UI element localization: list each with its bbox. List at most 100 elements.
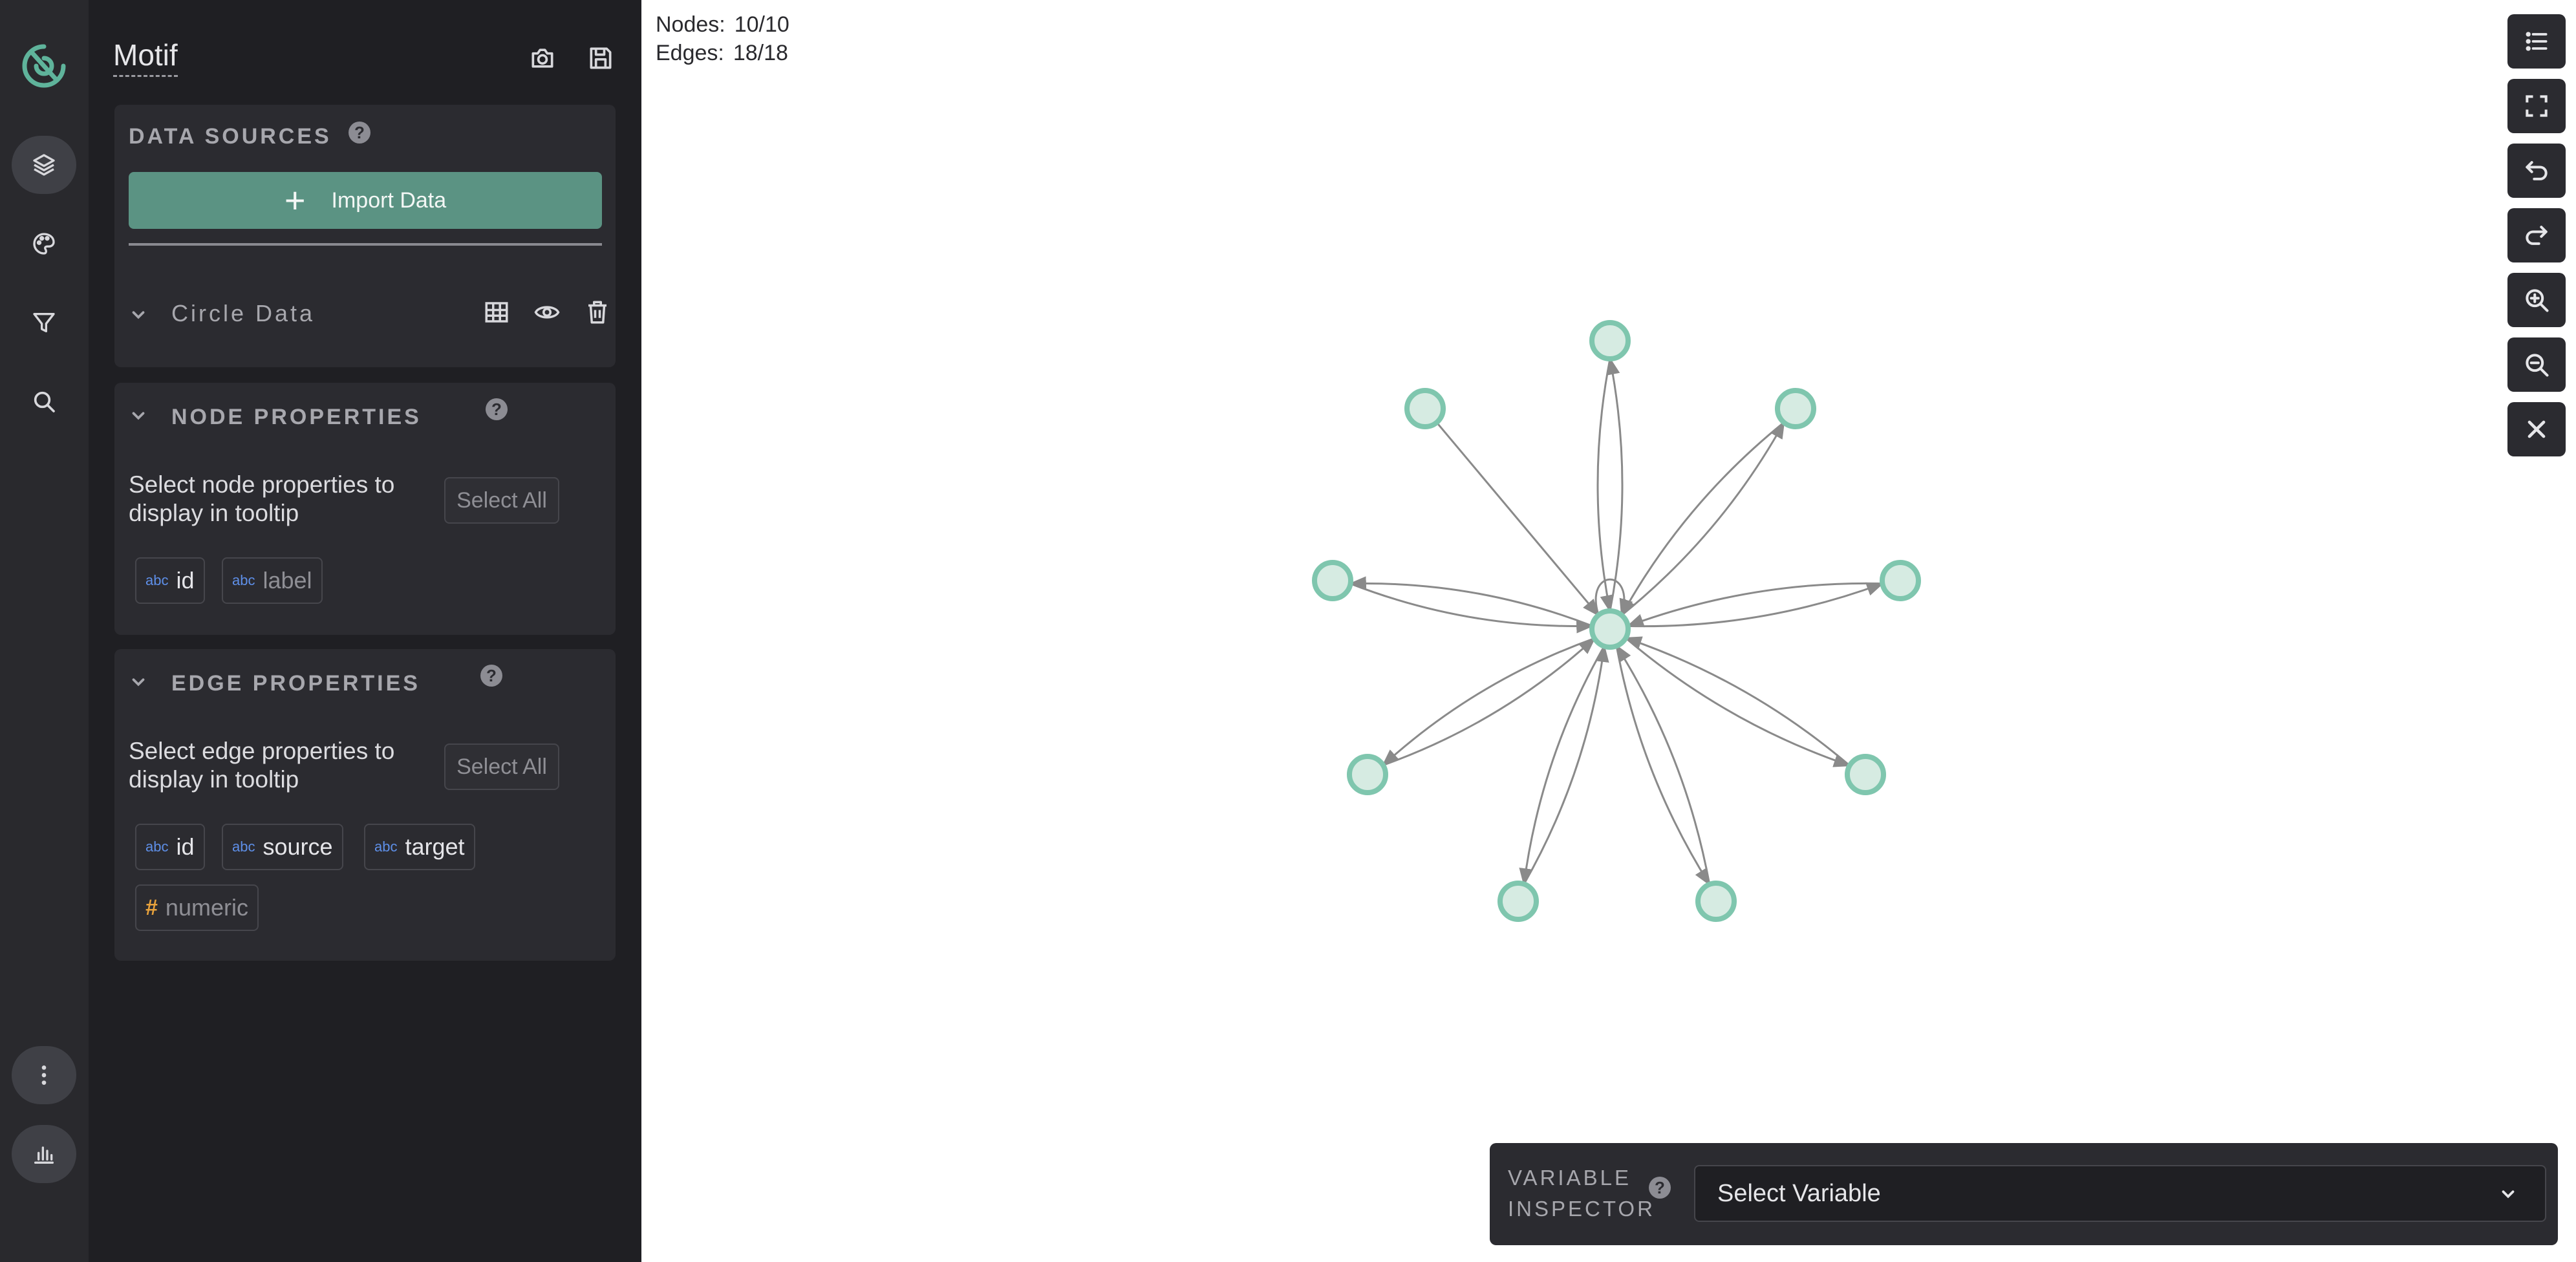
graph-node[interactable]: [1695, 881, 1737, 922]
graph-node[interactable]: [1312, 560, 1353, 601]
import-data-button[interactable]: + Import Data: [129, 172, 602, 229]
graph-edge[interactable]: [1621, 421, 1785, 616]
graph-node[interactable]: [1589, 608, 1631, 650]
eye-icon[interactable]: [533, 299, 561, 326]
undo-button[interactable]: [2507, 144, 2566, 198]
redo-button[interactable]: [2507, 208, 2566, 262]
chevron-down-icon[interactable]: [129, 406, 148, 425]
edge-tag-id[interactable]: abc id: [135, 824, 205, 870]
node-properties-description: Select node properties to display in too…: [129, 471, 395, 526]
zoom-out-icon: [2526, 354, 2549, 377]
edge-select-all-button[interactable]: Select All: [444, 743, 559, 790]
zoom-out-button[interactable]: [2507, 337, 2566, 392]
graph-node[interactable]: [1880, 560, 1921, 601]
legend-button[interactable]: [2507, 14, 2566, 69]
graph-node[interactable]: [1404, 388, 1446, 429]
graph-edge[interactable]: [1435, 422, 1600, 617]
edge-properties-description: Select edge properties to display in too…: [129, 738, 395, 793]
graph-edge[interactable]: [1626, 582, 1883, 628]
graph-canvas[interactable]: Nodes: 10/10 Edges: 18/18 VARIABLE INSPE…: [641, 0, 2576, 1262]
table-icon[interactable]: [483, 299, 510, 326]
save-icon[interactable]: [586, 44, 615, 72]
node-select-all-button[interactable]: Select All: [444, 477, 559, 524]
chevron-down-icon[interactable]: [129, 672, 148, 692]
chevron-down-icon: [2502, 1190, 2515, 1199]
graph-edge[interactable]: [1382, 637, 1596, 767]
graph-svg[interactable]: [641, 0, 2576, 1262]
variable-inspector-label: VARIABLE INSPECTOR: [1508, 1162, 1655, 1225]
rail-more-button[interactable]: [12, 1046, 76, 1104]
graph-edge[interactable]: [1596, 358, 1614, 613]
text-type-icon: abc: [374, 839, 398, 855]
data-sources-card: Data Sources ? + Import Data Circle Data: [114, 105, 616, 367]
plus-icon: +: [284, 180, 306, 220]
graph-node[interactable]: [1497, 881, 1539, 922]
text-type-icon: abc: [232, 572, 255, 588]
graph-edge[interactable]: [1350, 583, 1594, 634]
node-properties-title: Node Properties: [171, 405, 422, 429]
tag-label: target: [405, 833, 465, 860]
graph-edge[interactable]: [1615, 645, 1711, 886]
graph-edge[interactable]: [1615, 644, 1711, 885]
clear-button[interactable]: [2507, 402, 2566, 456]
divider: [129, 243, 602, 246]
redo-icon: [2526, 226, 2548, 245]
search-icon: [34, 391, 55, 412]
tag-label: numeric: [165, 894, 248, 921]
rail-layers-button[interactable]: [12, 136, 76, 194]
edge-tag-target[interactable]: abc target: [364, 824, 475, 870]
tag-label: id: [176, 567, 195, 594]
inspector-label-line1: VARIABLE: [1508, 1166, 1631, 1190]
tag-label: source: [263, 833, 333, 860]
graph-edge[interactable]: [1519, 645, 1605, 886]
import-data-label: Import Data: [331, 187, 447, 213]
inspector-help-icon[interactable]: ?: [1649, 1177, 1671, 1199]
chevron-down-icon[interactable]: [129, 305, 148, 325]
rail-filter-button[interactable]: [12, 294, 76, 352]
camera-icon[interactable]: [528, 44, 557, 72]
rail-search-button[interactable]: [12, 372, 76, 431]
rail-stats-button[interactable]: [12, 1125, 76, 1183]
node-properties-help-icon[interactable]: ?: [486, 398, 508, 420]
graph-edge[interactable]: [1620, 422, 1785, 617]
graph-node[interactable]: [1845, 754, 1886, 795]
number-type-icon: #: [145, 895, 158, 920]
zoom-in-button[interactable]: [2507, 273, 2566, 327]
palette-icon: [33, 233, 55, 255]
graph-edge[interactable]: [1627, 582, 1884, 628]
fullscreen-button[interactable]: [2507, 79, 2566, 133]
edge-properties-help-icon[interactable]: ?: [480, 665, 502, 687]
side-panel: Motif Data Sources ? + Import Data Circl…: [89, 0, 641, 1262]
graph-edge[interactable]: [1348, 576, 1593, 627]
node-tag-id[interactable]: abc id: [135, 557, 205, 604]
inspector-label-line2: INSPECTOR: [1508, 1197, 1655, 1221]
rail-style-button[interactable]: [12, 215, 76, 273]
motif-logo-icon[interactable]: [19, 41, 69, 91]
data-sources-help-icon[interactable]: ?: [349, 122, 370, 144]
tag-label: id: [176, 833, 195, 860]
graph-edge[interactable]: [1606, 357, 1624, 612]
graph-edge[interactable]: [1382, 637, 1595, 767]
graph-node[interactable]: [1347, 754, 1388, 795]
edge-tag-source[interactable]: abc source: [222, 824, 343, 870]
nodes-layer: [1312, 320, 1921, 922]
text-type-icon: abc: [145, 572, 169, 588]
graph-edge[interactable]: [1625, 637, 1852, 767]
node-properties-card: Node Properties ? Select node properties…: [114, 383, 616, 635]
edge-tag-numeric[interactable]: # numeric: [135, 884, 259, 931]
panel-header: Motif: [89, 0, 641, 97]
graph-node[interactable]: [1775, 388, 1816, 429]
filter-icon: [33, 313, 55, 332]
undo-icon: [2526, 161, 2548, 180]
graph-edge[interactable]: [1523, 644, 1609, 885]
tag-label: label: [263, 567, 312, 594]
select-variable-dropdown[interactable]: Select Variable: [1694, 1165, 2546, 1222]
app-title[interactable]: Motif: [113, 37, 178, 77]
trash-icon[interactable]: [584, 299, 611, 326]
more-vertical-icon: [41, 1065, 47, 1085]
graph-node[interactable]: [1589, 320, 1631, 361]
bar-chart-icon: [34, 1146, 54, 1164]
node-tag-label[interactable]: abc label: [222, 557, 323, 604]
dataset-name[interactable]: Circle Data: [171, 300, 315, 327]
graph-edge[interactable]: [1624, 636, 1851, 767]
